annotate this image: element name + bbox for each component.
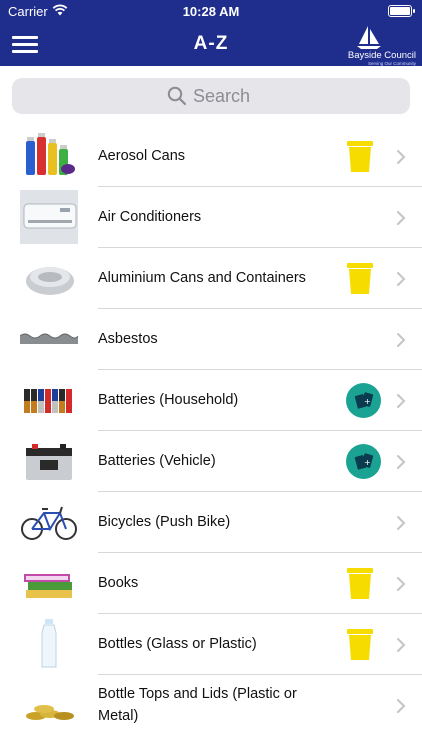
asbestos-sheet-image bbox=[20, 333, 78, 344]
item-label: Aluminium Cans and Containers bbox=[98, 269, 306, 286]
household-batteries-image bbox=[24, 389, 72, 413]
list-item-bicycles[interactable]: Bicycles (Push Bike) bbox=[0, 492, 422, 553]
yellow-bin-icon bbox=[347, 629, 373, 660]
chevron-right-icon bbox=[397, 211, 406, 225]
status-time: 10:28 AM bbox=[182, 4, 240, 19]
top-bar: Carrier 10:28 AM A-Z Bayside Council Ser… bbox=[0, 0, 422, 66]
battery-icon bbox=[388, 5, 415, 17]
books-image bbox=[24, 574, 72, 598]
item-label: Bottles (Glass or Plastic) bbox=[98, 635, 257, 652]
chevron-right-icon bbox=[397, 516, 406, 530]
a-z-list: Aerosol Cans Air Conditioners Aluminium … bbox=[0, 126, 422, 736]
yellow-bin-icon bbox=[347, 141, 373, 172]
item-label: Batteries (Household) bbox=[98, 391, 239, 408]
chevron-right-icon bbox=[397, 272, 406, 286]
list-item-aluminium-cans[interactable]: Aluminium Cans and Containers bbox=[0, 248, 422, 309]
car-battery-image bbox=[26, 444, 72, 480]
search-bar[interactable] bbox=[12, 78, 410, 114]
svg-text:+: + bbox=[364, 458, 371, 467]
bicycle-image bbox=[21, 506, 77, 540]
list-item-books[interactable]: Books bbox=[0, 553, 422, 614]
chevron-right-icon bbox=[397, 150, 406, 164]
item-label: Air Conditioners bbox=[98, 208, 202, 225]
brand-name: Bayside Council bbox=[347, 50, 416, 61]
air-conditioner-image bbox=[20, 190, 78, 244]
battery-recycling-icon: + bbox=[346, 383, 381, 418]
chevron-right-icon bbox=[397, 699, 406, 713]
list-item-asbestos[interactable]: Asbestos bbox=[0, 309, 422, 370]
yellow-bin-icon bbox=[347, 568, 373, 599]
chevron-right-icon bbox=[397, 455, 406, 469]
chevron-right-icon bbox=[397, 577, 406, 591]
svg-text:+: + bbox=[364, 397, 371, 406]
chevron-right-icon bbox=[397, 394, 406, 408]
brand-tagline: Serving Our Community bbox=[367, 61, 416, 66]
status-bar: Carrier 10:28 AM bbox=[0, 0, 422, 22]
item-label: Books bbox=[98, 574, 139, 591]
list-item-air-conditioners[interactable]: Air Conditioners bbox=[0, 187, 422, 248]
list-item-aerosol-cans[interactable]: Aerosol Cans bbox=[0, 126, 422, 187]
item-label: Asbestos bbox=[98, 330, 158, 347]
aluminium-foil-image bbox=[26, 267, 74, 295]
council-logo: Bayside Council Serving Our Community bbox=[330, 24, 416, 66]
item-label: Bottle Tops and Lids (Plastic or Metal) bbox=[98, 686, 297, 724]
bottle-caps-image bbox=[26, 705, 74, 720]
search-icon bbox=[167, 86, 187, 106]
yellow-bin-icon bbox=[347, 263, 373, 294]
list-item-batteries-vehicle[interactable]: Batteries (Vehicle) + bbox=[0, 431, 422, 492]
item-label: Batteries (Vehicle) bbox=[98, 452, 216, 469]
sailboat-icon bbox=[357, 26, 381, 49]
plastic-bottle-image bbox=[41, 619, 57, 668]
item-label: Aerosol Cans bbox=[98, 147, 186, 164]
chevron-right-icon bbox=[397, 638, 406, 652]
list-item-bottles[interactable]: Bottles (Glass or Plastic) bbox=[0, 614, 422, 675]
aerosol-cans-image bbox=[26, 133, 75, 175]
list-item-bottle-tops[interactable]: Bottle Tops and Lids (Plastic or Metal) bbox=[0, 675, 422, 736]
battery-recycling-icon: + bbox=[346, 444, 381, 479]
list-item-batteries-household[interactable]: Batteries (Household) + bbox=[0, 370, 422, 431]
search-input[interactable] bbox=[191, 84, 255, 108]
item-label: Bicycles (Push Bike) bbox=[98, 513, 231, 530]
chevron-right-icon bbox=[397, 333, 406, 347]
